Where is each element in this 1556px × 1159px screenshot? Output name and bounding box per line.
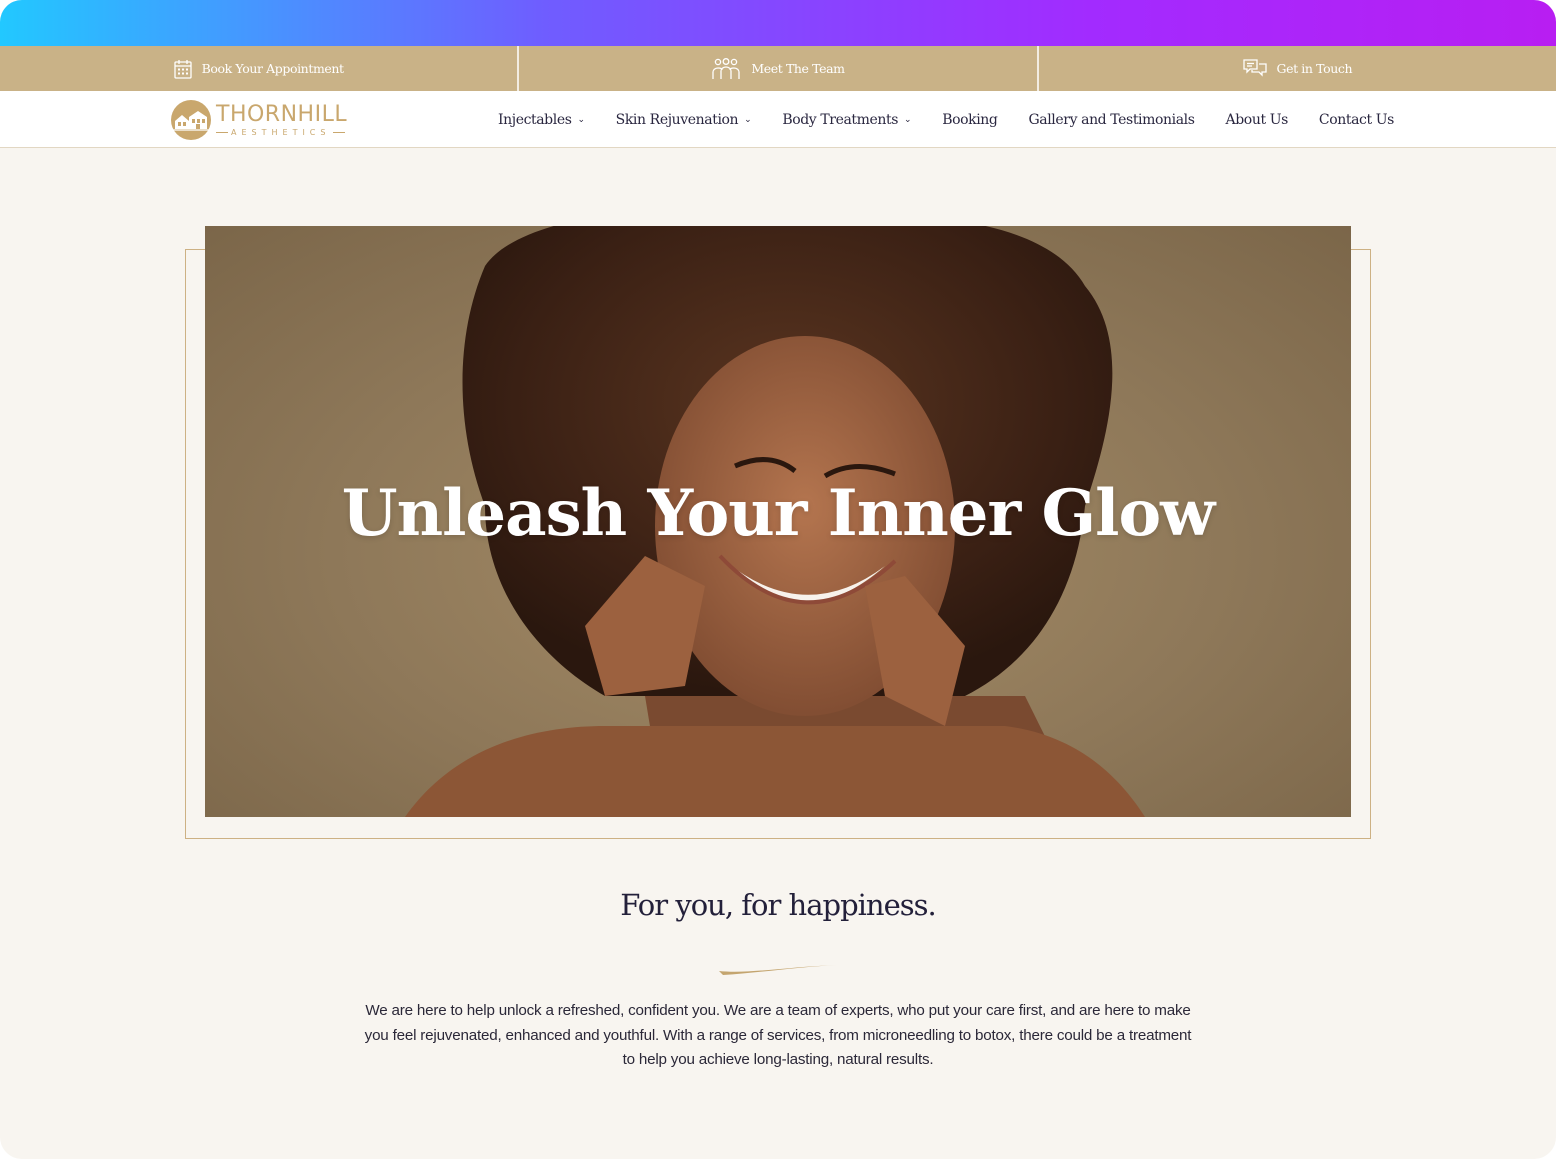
- get-in-touch-link[interactable]: Get in Touch: [1039, 46, 1556, 91]
- nav-item-skin-rejuvenation[interactable]: Skin Rejuvenation ⌄: [616, 112, 752, 128]
- logo-name: THORNHILL: [216, 101, 348, 127]
- top-action-bar: Book Your Appointment Meet The Team Get …: [0, 46, 1556, 91]
- meet-team-link[interactable]: Meet The Team: [519, 46, 1039, 91]
- book-appointment-link[interactable]: Book Your Appointment: [0, 46, 520, 91]
- house-logo-icon: [171, 100, 211, 140]
- hero-title: Unleash Your Inner Glow: [341, 476, 1216, 551]
- chat-icon: [1242, 58, 1267, 80]
- book-appointment-label: Book Your Appointment: [201, 61, 344, 76]
- meet-team-label: Meet The Team: [751, 61, 845, 76]
- intro-paragraph: We are here to help unlock a refreshed, …: [364, 1002, 1192, 1068]
- chevron-down-icon: ⌄: [904, 115, 912, 125]
- logo-subtitle: AESTHETICS: [216, 128, 347, 137]
- nav-item-body-treatments[interactable]: Body Treatments ⌄: [782, 112, 911, 128]
- nav-item-contact-us[interactable]: Contact Us: [1319, 112, 1394, 128]
- calendar-icon: [173, 59, 192, 79]
- chevron-down-icon: ⌄: [577, 115, 586, 125]
- team-icon: [711, 57, 741, 80]
- section-tagline: For you, for happiness.: [620, 888, 937, 922]
- nav-item-gallery-testimonials[interactable]: Gallery and Testimonials: [1029, 112, 1195, 128]
- chevron-down-icon: ⌄: [744, 115, 752, 125]
- browser-frame: Book Your Appointment Meet The Team Get …: [0, 0, 1556, 1159]
- nav-item-booking[interactable]: Booking: [942, 112, 998, 128]
- hero-banner: Unleash Your Inner Glow: [205, 226, 1351, 817]
- gold-swash-divider: [719, 965, 837, 975]
- gradient-banner: [0, 0, 1556, 46]
- nav-item-about-us[interactable]: About Us: [1226, 112, 1289, 128]
- main-header: THORNHILL AESTHETICS Injectables ⌄ Skin …: [0, 91, 1556, 148]
- primary-nav: Injectables ⌄ Skin Rejuvenation ⌄ Body T…: [498, 91, 1394, 148]
- get-in-touch-label: Get in Touch: [1276, 61, 1353, 76]
- nav-item-injectables[interactable]: Injectables ⌄: [498, 112, 585, 128]
- site-logo[interactable]: THORNHILL AESTHETICS: [170, 99, 347, 141]
